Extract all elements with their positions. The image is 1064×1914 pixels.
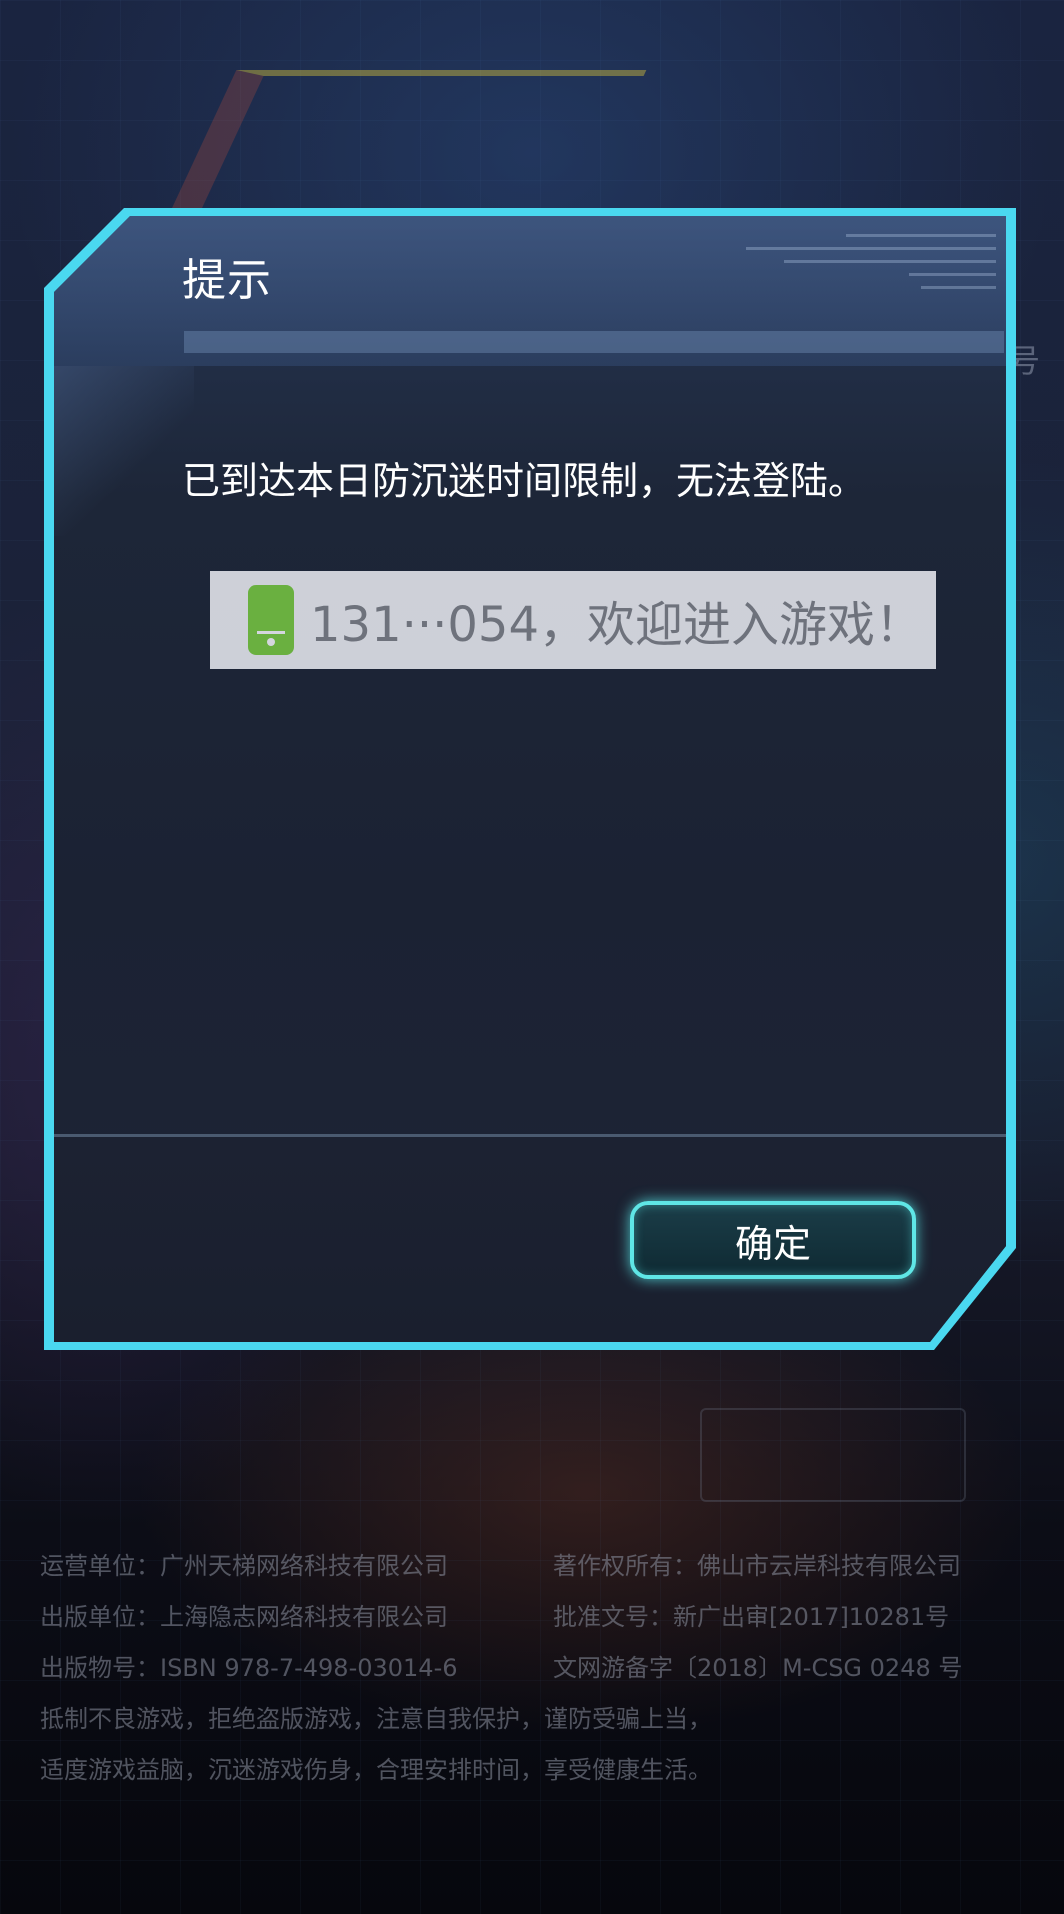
approval-number: 批准文号：新广出审[2017]10281号 bbox=[553, 1603, 950, 1631]
legal-footer: 运营单位：广州天梯网络科技有限公司 著作权所有：佛山市云岸科技有限公司 出版单位… bbox=[40, 1538, 1040, 1793]
confirm-button[interactable]: 确定 bbox=[630, 1201, 916, 1279]
health-notice-line: 适度游戏益脑，沉迷游戏伤身，合理安排时间，享受健康生活。 bbox=[40, 1756, 712, 1784]
isbn-info: 出版物号：ISBN 978-7-498-03014-6 bbox=[40, 1654, 458, 1682]
phone-icon bbox=[248, 585, 294, 655]
game-logo-art bbox=[163, 70, 647, 226]
operator-info: 运营单位：广州天梯网络科技有限公司 bbox=[40, 1552, 448, 1580]
legal-row: 出版单位：上海隐志网络科技有限公司 批准文号：新广出审[2017]10281号 bbox=[40, 1589, 1040, 1640]
dialog-title: 提示 bbox=[182, 255, 272, 306]
dialog-message: 已到达本日防沉迷时间限制，无法登陆。 bbox=[182, 459, 867, 503]
health-notice-line: 抵制不良游戏，拒绝盗版游戏，注意自我保护，谨防受骗上当， bbox=[40, 1705, 712, 1733]
toast-text: 131···054，欢迎进入游戏！ bbox=[310, 597, 924, 653]
alert-dialog: 提示 已到达本日防沉迷时间限制，无法登陆。 确定 bbox=[54, 216, 1006, 1342]
diagonal-accent bbox=[54, 366, 194, 536]
welcome-toast: 131···054，欢迎进入游戏！ bbox=[210, 571, 936, 669]
background-speed-panel bbox=[700, 1408, 966, 1502]
legal-row: 运营单位：广州天梯网络科技有限公司 著作权所有：佛山市云岸科技有限公司 bbox=[40, 1538, 1040, 1589]
copyright-info: 著作权所有：佛山市云岸科技有限公司 bbox=[553, 1552, 961, 1580]
header-decoration bbox=[746, 234, 996, 354]
registration-info: 文网游备字〔2018〕M-CSG 0248 号 bbox=[553, 1654, 963, 1682]
footer-divider bbox=[54, 1134, 1006, 1137]
publisher-info: 出版单位：上海隐志网络科技有限公司 bbox=[40, 1603, 448, 1631]
legal-row: 出版物号：ISBN 978-7-498-03014-6 文网游备字〔2018〕M… bbox=[40, 1640, 1040, 1691]
